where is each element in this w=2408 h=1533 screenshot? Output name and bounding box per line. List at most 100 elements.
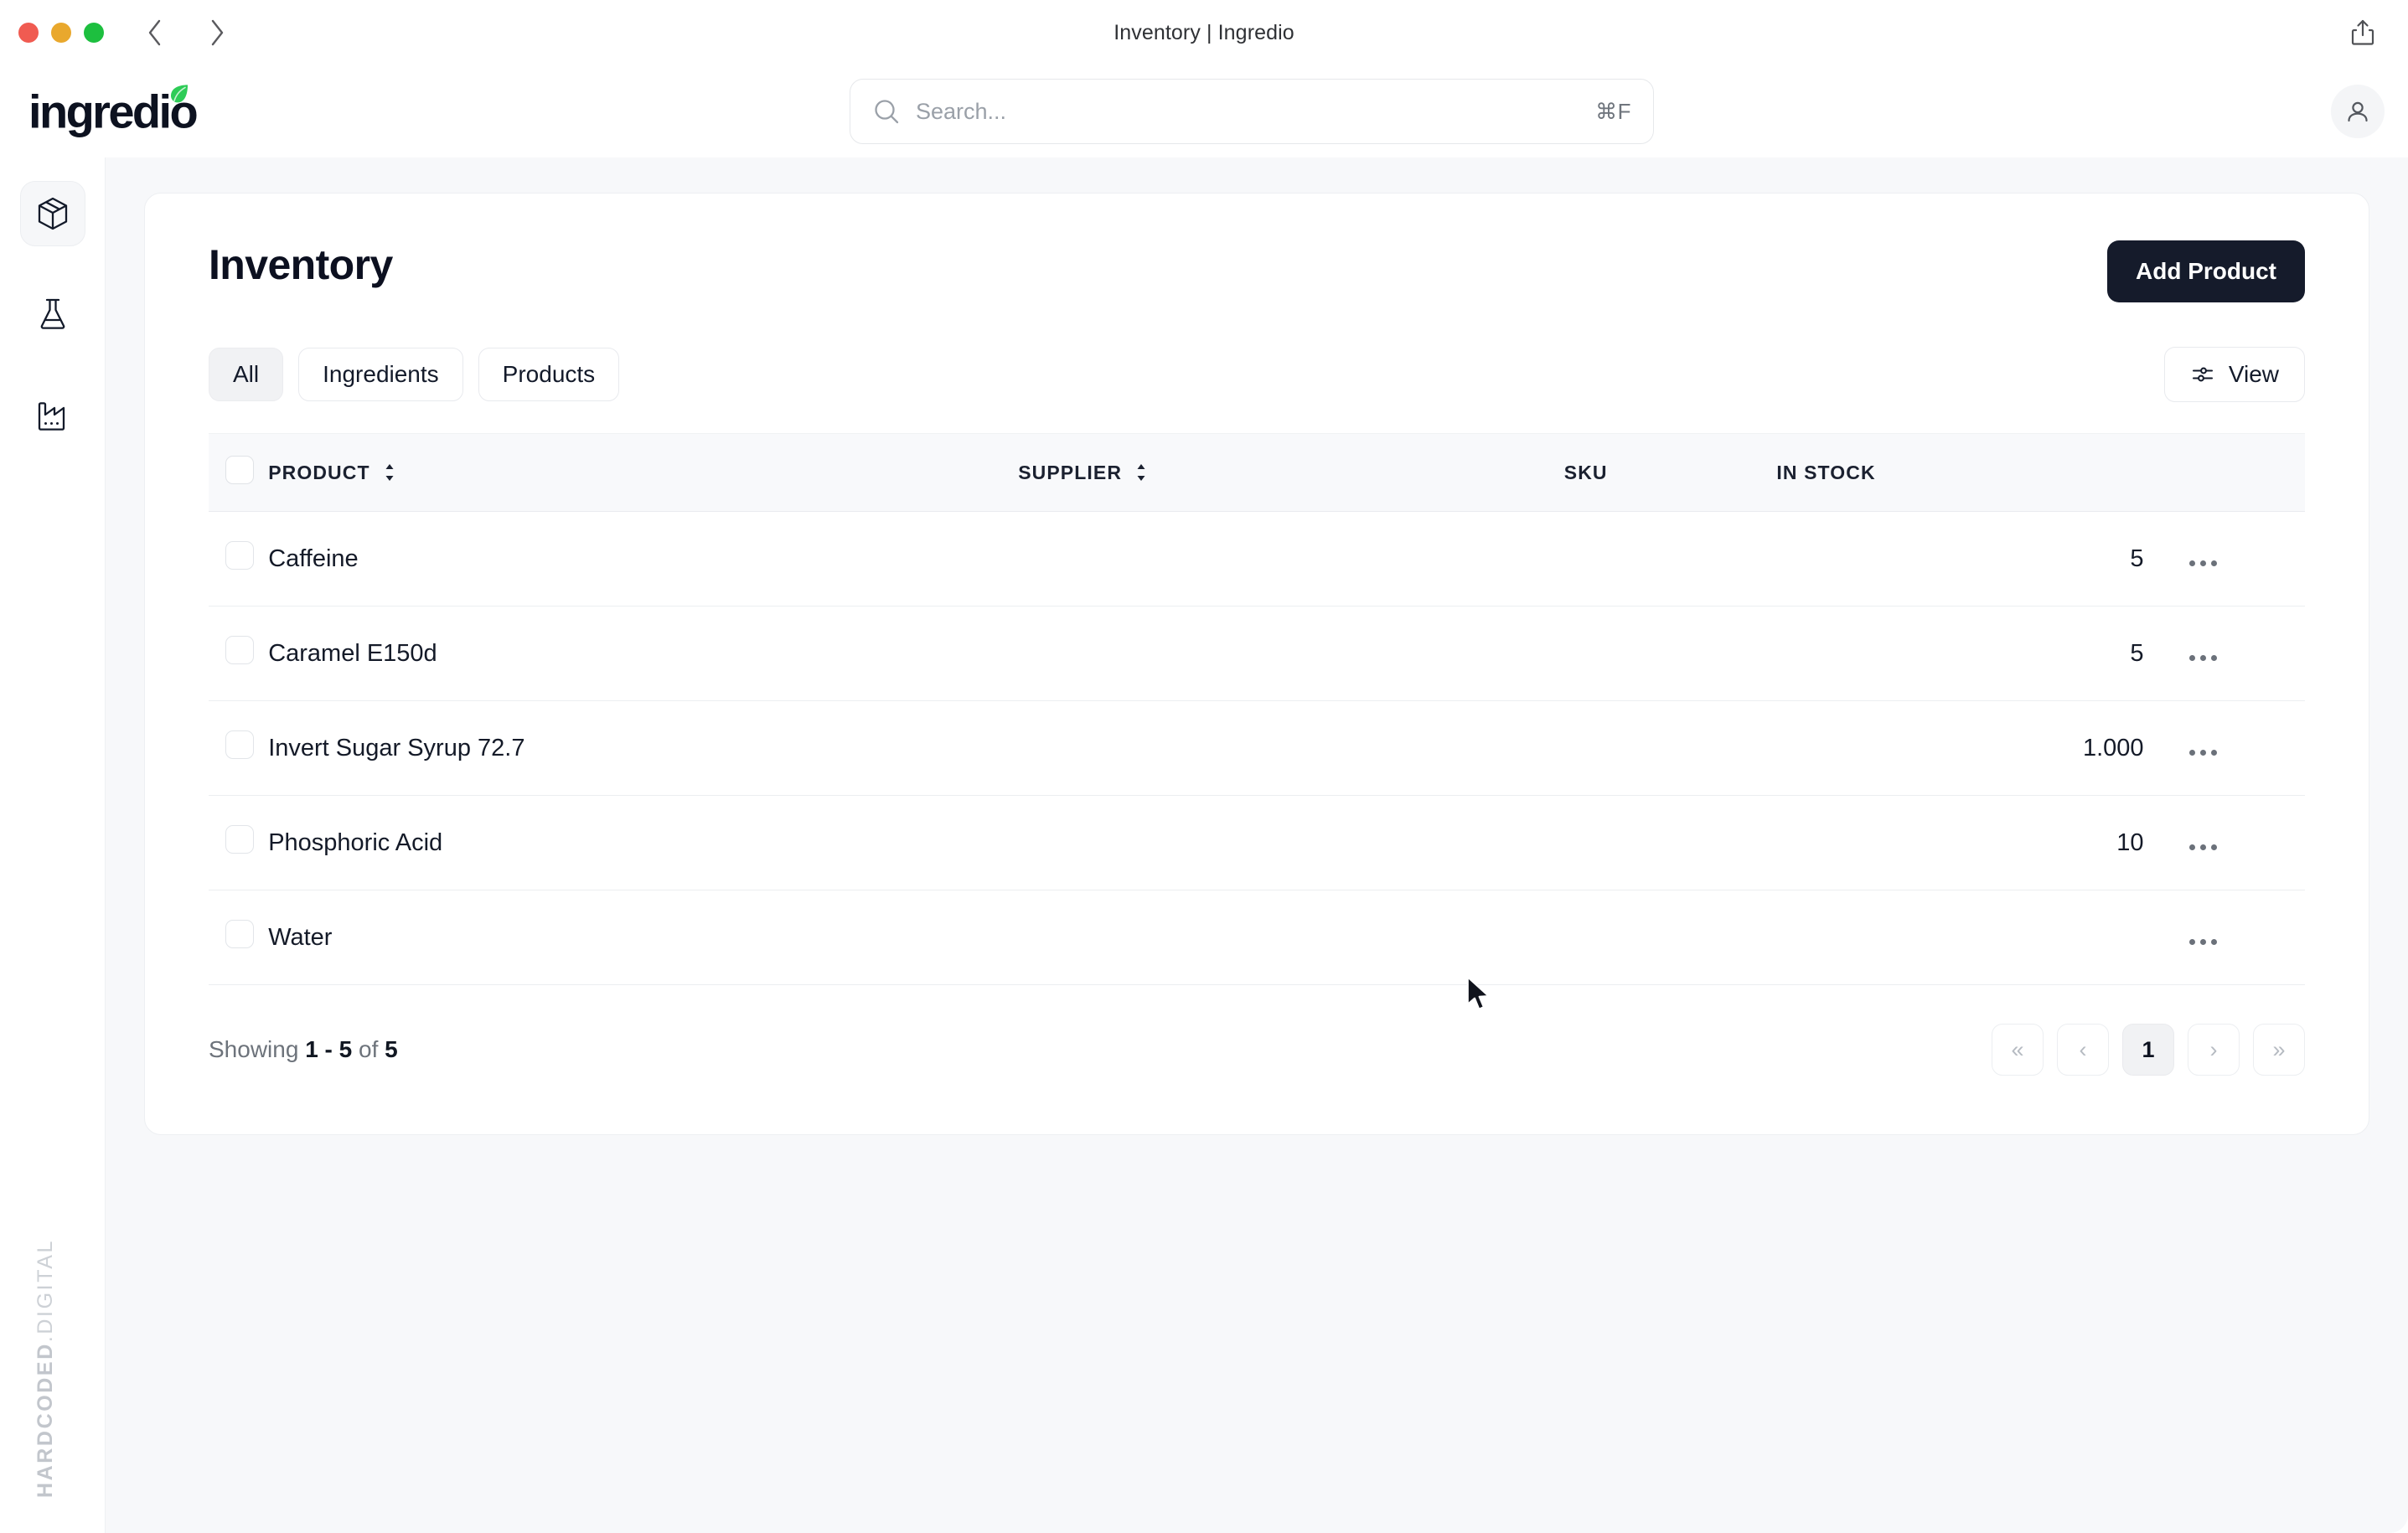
row-select-cell	[209, 606, 269, 701]
row-checkbox[interactable]	[225, 541, 254, 570]
prev-page-button[interactable]: ‹	[2057, 1024, 2109, 1076]
row-checkbox[interactable]	[225, 636, 254, 664]
row-select-cell	[209, 700, 269, 796]
table-row[interactable]: Water	[209, 890, 2305, 985]
brand-logo[interactable]: ingredio	[28, 85, 199, 135]
package-icon	[38, 197, 67, 230]
ellipsis-icon[interactable]	[2186, 844, 2217, 850]
factory-icon	[38, 402, 65, 431]
search-input[interactable]	[916, 98, 1596, 125]
row-actions-cell	[2185, 890, 2305, 985]
add-product-button[interactable]: Add Product	[2107, 240, 2305, 302]
app-header: ingredio ⌘F	[0, 65, 2408, 157]
showing-prefix: Showing	[209, 1036, 299, 1062]
filter-group: All Ingredients Products	[209, 348, 620, 401]
cell-supplier	[1018, 606, 1496, 701]
sidebar: HARDCODED.DIGITAL	[0, 157, 106, 1533]
cell-supplier	[1018, 511, 1496, 606]
sort-icon-product[interactable]	[382, 462, 397, 483]
cell-in-stock	[1776, 890, 2186, 985]
row-actions-cell	[2185, 795, 2305, 890]
row-actions-cell	[2185, 700, 2305, 796]
cell-product: Water	[268, 890, 1019, 985]
last-page-button[interactable]: »	[2253, 1024, 2305, 1076]
row-checkbox[interactable]	[225, 825, 254, 854]
cell-product: Caramel E150d	[268, 606, 1019, 701]
table-head: PRODUCT SUPPLIER SKU IN STOCK	[209, 433, 2305, 512]
ellipsis-icon[interactable]	[2186, 560, 2217, 566]
inventory-card: Inventory Add Product All Ingredients Pr…	[144, 193, 2369, 1135]
flask-icon	[40, 298, 65, 329]
row-select-cell	[209, 511, 269, 606]
share-icon[interactable]	[2346, 16, 2380, 49]
cell-sku	[1495, 606, 1777, 701]
table-row[interactable]: Phosphoric Acid 10	[209, 795, 2305, 890]
select-all-header	[209, 433, 269, 512]
table-row[interactable]: Invert Sugar Syrup 72.7 1.000	[209, 700, 2305, 796]
cell-sku	[1495, 700, 1777, 796]
cell-in-stock: 1.000	[1776, 700, 2186, 796]
column-label-sku: SKU	[1563, 461, 1608, 483]
showing-total: 5	[385, 1036, 398, 1062]
ellipsis-icon[interactable]	[2186, 654, 2217, 661]
sliders-icon	[2190, 362, 2215, 387]
row-actions-cell	[2185, 511, 2305, 606]
showing-range: 1 - 5	[305, 1036, 353, 1062]
filter-ingredients[interactable]: Ingredients	[298, 348, 463, 401]
leaf-icon	[171, 85, 189, 103]
showing-summary: Showing 1 - 5 of 5	[209, 1036, 398, 1063]
cell-supplier	[1018, 890, 1496, 985]
column-label-product: PRODUCT	[268, 461, 370, 483]
app-window: Inventory | Ingredio ingredio Search... …	[0, 0, 2408, 1533]
avatar[interactable]	[2331, 85, 2385, 138]
view-button-label: View	[2228, 361, 2279, 387]
row-checkbox[interactable]	[225, 730, 254, 759]
sidebar-item-production[interactable]	[20, 382, 85, 447]
table-header-row: PRODUCT SUPPLIER SKU IN STOCK	[209, 433, 2305, 512]
window-title: Inventory | Ingredio	[1114, 20, 1294, 44]
search-bar[interactable]: ⌘F	[850, 79, 1654, 144]
cell-sku	[1495, 890, 1777, 985]
table-body: Caffeine 5 Caramel E150d 5 Invert Sugar …	[209, 511, 2305, 985]
column-header-supplier[interactable]: SUPPLIER	[1018, 433, 1496, 512]
row-checkbox[interactable]	[225, 920, 254, 948]
column-header-actions	[2185, 433, 2305, 512]
pagination: « ‹ 1 › »	[1992, 1024, 2305, 1076]
ellipsis-icon[interactable]	[2186, 749, 2217, 756]
search-shortcut-hint: ⌘F	[1595, 98, 1631, 124]
showing-of: of	[359, 1036, 379, 1062]
filter-products[interactable]: Products	[478, 348, 620, 401]
cell-sku	[1495, 795, 1777, 890]
cell-sku	[1495, 511, 1777, 606]
sidebar-item-inventory[interactable]	[19, 181, 85, 246]
page-1-button[interactable]: 1	[2122, 1024, 2174, 1076]
inventory-table: PRODUCT SUPPLIER SKU IN STOCK Caffeine 5…	[209, 433, 2305, 985]
watermark-bold: HARDCODED	[34, 1342, 57, 1498]
cell-in-stock: 10	[1776, 795, 2186, 890]
filter-all[interactable]: All	[209, 348, 284, 401]
select-all-checkbox[interactable]	[225, 456, 254, 484]
table-row[interactable]: Caffeine 5	[209, 511, 2305, 606]
column-header-in-stock: IN STOCK	[1776, 433, 2186, 512]
next-page-button[interactable]: ›	[2188, 1024, 2240, 1076]
search-icon	[872, 97, 901, 126]
card-header: Inventory Add Product	[209, 240, 2305, 302]
column-header-product[interactable]: PRODUCT	[268, 433, 1019, 512]
cell-supplier	[1018, 700, 1496, 796]
cell-product: Phosphoric Acid	[268, 795, 1019, 890]
cell-supplier	[1018, 795, 1496, 890]
sidebar-item-recipes[interactable]	[20, 281, 85, 347]
table-row[interactable]: Caramel E150d 5	[209, 606, 2305, 701]
first-page-button[interactable]: «	[1992, 1024, 2044, 1076]
page-title: Inventory	[209, 241, 393, 288]
row-select-cell	[209, 795, 269, 890]
ellipsis-icon[interactable]	[2186, 938, 2217, 945]
watermark: HARDCODED.DIGITAL	[34, 1239, 58, 1498]
column-header-sku: SKU	[1495, 433, 1777, 512]
row-actions-cell	[2185, 606, 2305, 701]
cell-in-stock: 5	[1776, 511, 2186, 606]
sort-icon-supplier[interactable]	[1134, 462, 1149, 483]
app-body: HARDCODED.DIGITAL Inventory Add Product …	[0, 157, 2408, 1533]
view-options-button[interactable]: View	[2163, 347, 2305, 402]
cell-product: Caffeine	[268, 511, 1019, 606]
